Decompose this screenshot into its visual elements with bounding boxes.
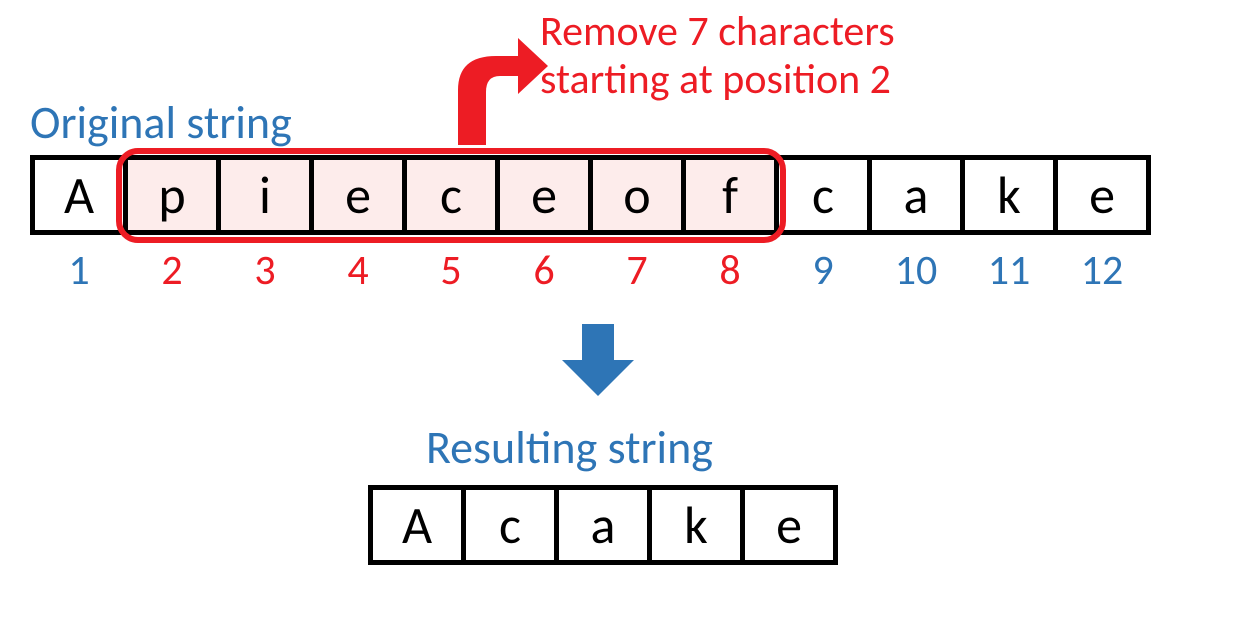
index-label: 3 xyxy=(216,245,314,296)
index-label: 11 xyxy=(960,245,1058,296)
callout-line1: Remove 7 characters xyxy=(540,6,895,57)
index-label: 4 xyxy=(309,245,407,296)
original-cell: c xyxy=(774,155,872,235)
callout-line2: starting at position 2 xyxy=(540,54,891,105)
callout-text: Remove 7 characters starting at position… xyxy=(540,8,895,105)
original-cell: k xyxy=(960,155,1058,235)
original-string-label: Original string xyxy=(30,95,292,151)
result-cell: e xyxy=(740,485,838,565)
red-curved-arrow-icon xyxy=(430,20,550,150)
index-label: 8 xyxy=(681,245,779,296)
original-cell: f xyxy=(681,155,779,235)
result-cell: A xyxy=(368,485,466,565)
resulting-string-row: Acake xyxy=(368,485,833,565)
original-cell: p xyxy=(123,155,221,235)
original-cell: A xyxy=(30,155,128,235)
blue-down-arrow-icon xyxy=(558,320,638,400)
index-row: 123456789101112 xyxy=(30,245,1146,296)
index-label: 2 xyxy=(123,245,221,296)
original-cell: a xyxy=(867,155,965,235)
index-label: 5 xyxy=(402,245,500,296)
index-label: 7 xyxy=(588,245,686,296)
index-label: 1 xyxy=(30,245,128,296)
original-cell: e xyxy=(309,155,407,235)
original-cell: o xyxy=(588,155,686,235)
original-cell: e xyxy=(495,155,593,235)
result-cell: c xyxy=(461,485,559,565)
original-cell: i xyxy=(216,155,314,235)
result-cell: k xyxy=(647,485,745,565)
index-label: 6 xyxy=(495,245,593,296)
resulting-string-label: Resulting string xyxy=(426,420,713,476)
original-string-row: Apieceofcake xyxy=(30,155,1146,235)
original-cell: e xyxy=(1053,155,1151,235)
index-label: 12 xyxy=(1053,245,1151,296)
result-cell: a xyxy=(554,485,652,565)
index-label: 9 xyxy=(774,245,872,296)
original-cell: c xyxy=(402,155,500,235)
index-label: 10 xyxy=(867,245,965,296)
